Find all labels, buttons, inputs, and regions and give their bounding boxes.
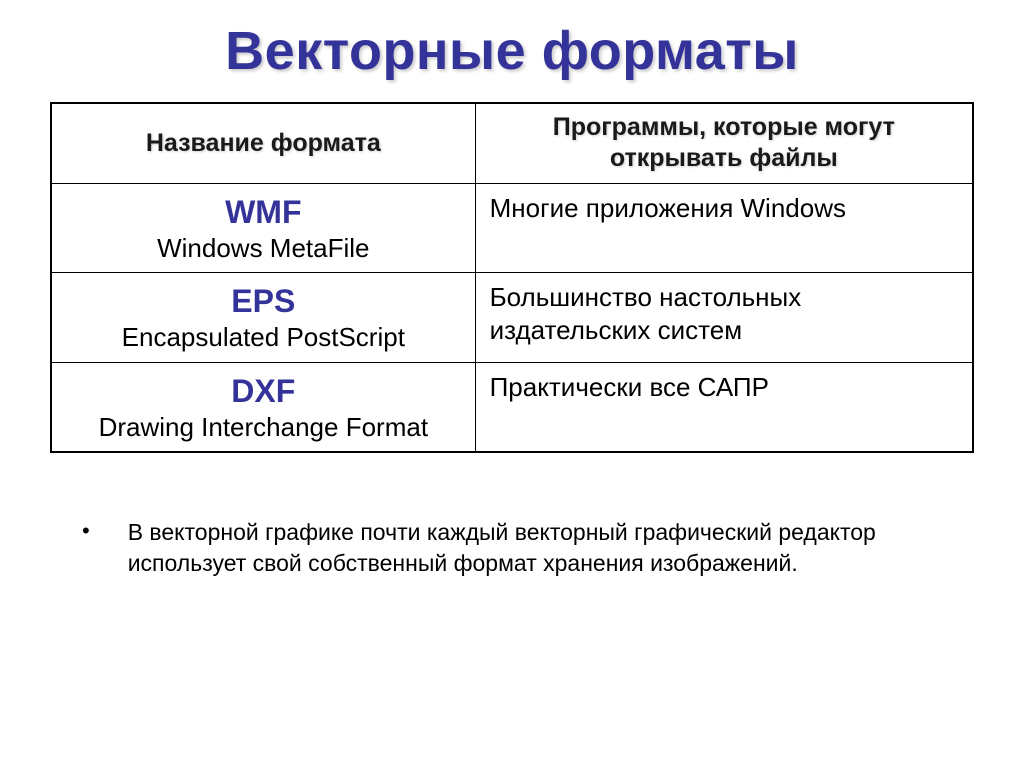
cell-programs: Практически все САПР	[475, 362, 973, 452]
table-header-row: Название формата Программы, которые могу…	[51, 103, 973, 183]
format-fullname: Drawing Interchange Format	[66, 411, 461, 444]
cell-format-name: DXF Drawing Interchange Format	[51, 362, 475, 452]
header-name: Название формата	[51, 103, 475, 183]
cell-programs: Большинство настольных издательских сист…	[475, 273, 973, 363]
cell-format-name: EPS Encapsulated PostScript	[51, 273, 475, 363]
format-abbr: EPS	[66, 281, 461, 321]
bullet-icon: •	[82, 517, 90, 546]
cell-format-name: WMF Windows MetaFile	[51, 183, 475, 273]
page-title: Векторные форматы	[50, 20, 974, 82]
note-text: В векторной графике почти каждый векторн…	[128, 517, 938, 579]
format-abbr: WMF	[66, 192, 461, 232]
header-programs: Программы, которые могут открывать файлы	[475, 103, 973, 183]
cell-programs: Многие приложения Windows	[475, 183, 973, 273]
format-fullname: Windows MetaFile	[66, 232, 461, 265]
format-abbr: DXF	[66, 371, 461, 411]
note-block: • В векторной графике почти каждый векто…	[50, 517, 974, 579]
formats-table: Название формата Программы, которые могу…	[50, 102, 974, 453]
table-row: WMF Windows MetaFile Многие приложения W…	[51, 183, 973, 273]
table-row: DXF Drawing Interchange Format Практичес…	[51, 362, 973, 452]
format-fullname: Encapsulated PostScript	[66, 321, 461, 354]
table-row: EPS Encapsulated PostScript Большинство …	[51, 273, 973, 363]
